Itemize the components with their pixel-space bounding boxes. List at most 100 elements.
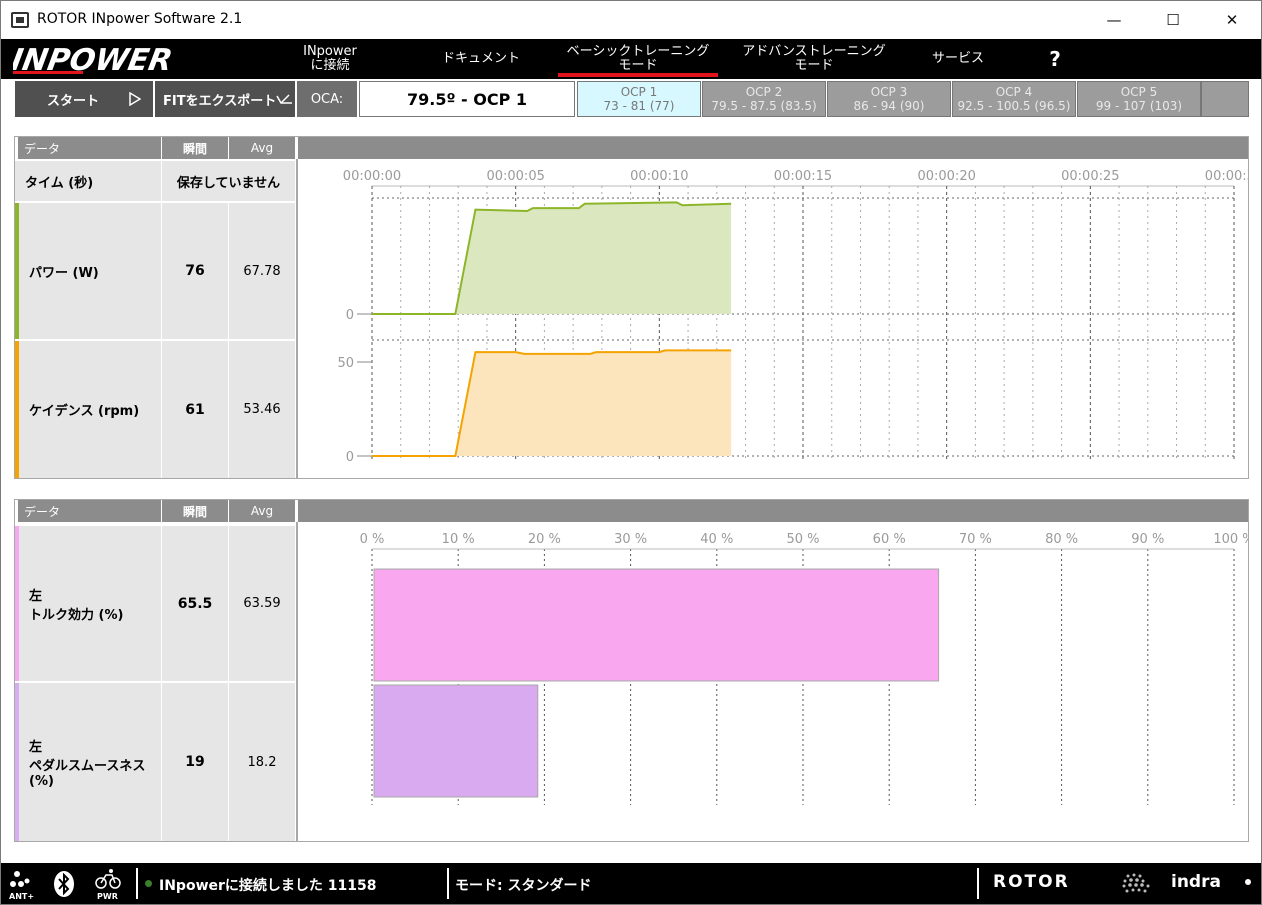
realtime-panel: データ 瞬間 Avg タイム (秒) 保存していません パワー (W) 76 6… xyxy=(14,136,1249,479)
connection-led-icon xyxy=(145,880,152,887)
ant-plus-icon: ANT+ xyxy=(9,871,34,901)
export-check-icon xyxy=(276,94,293,104)
ocp-5-range: 99 - 107 (103) xyxy=(1095,99,1183,113)
status-separator-3 xyxy=(977,868,979,899)
indra-brand-logo: indra xyxy=(1171,872,1221,892)
connection-status: INpowerに接続しました 11158 xyxy=(159,878,377,894)
minimize-button[interactable]: — xyxy=(1085,1,1143,39)
x-tick-label: 90 % xyxy=(1131,532,1164,547)
window-title: ROTOR INpower Software 2.1 xyxy=(37,11,243,27)
series-area-power xyxy=(372,202,732,314)
time-series-chart: 00:00:00 00:00:05 00:00:10 00:00:15 00:00:20… xyxy=(337,169,1248,465)
pedal-smoothness-label: 左 ペダルスムースネス (%) xyxy=(15,683,161,841)
panel1-data-header: データ xyxy=(15,137,161,159)
pedal-panel: データ 瞬間 Avg 左 トルク効力 (%) 65.5 63.59 左 ペダルス… xyxy=(14,499,1249,842)
rotor-brand-logo: ROTOR xyxy=(993,872,1070,892)
x-tick-label: 60 % xyxy=(873,532,906,547)
x-tick-label: 30 % xyxy=(614,532,647,547)
panel2-data-header: データ xyxy=(15,500,161,522)
export-label: FITをエクスポート xyxy=(163,93,277,109)
panel1-divider xyxy=(296,159,298,479)
indra-dot-icon xyxy=(1245,879,1251,885)
x-tick-label: 00:00:05 xyxy=(486,169,544,184)
x-tick-label: 00:00:30 xyxy=(1205,169,1248,184)
nav-advanced-training[interactable]: アドバンストレーニング モード xyxy=(729,39,899,79)
title-bar: ROTOR INpower Software 2.1 — ☐ ✕ xyxy=(1,1,1261,39)
nav-advanced-line1: アドバンストレーニング xyxy=(742,44,886,59)
cadence-instant: 61 xyxy=(162,341,228,478)
nav-documents-label: ドキュメント xyxy=(441,51,520,66)
ocp-4-range: 92.5 - 100.5 (96.5) xyxy=(957,99,1071,113)
oca-label: OCA: xyxy=(297,81,357,117)
nav-connect-line2: に接続 xyxy=(310,58,350,73)
indra-dots-icon xyxy=(1122,873,1150,893)
status-separator-2 xyxy=(447,868,449,899)
y-tick-label: 0 xyxy=(346,308,354,323)
power-label: パワー (W) xyxy=(15,203,161,339)
nav-basic-line2: モード xyxy=(618,58,658,73)
nav-service-label: サービス xyxy=(931,51,984,66)
y-tick-label: 50 xyxy=(337,356,354,371)
panel1-data-header-label: データ xyxy=(24,141,61,156)
ocp-1-range: 73 - 81 (77) xyxy=(603,99,675,113)
nav-connect-line1: INpower xyxy=(303,44,357,59)
ocp-2-range: 79.5 - 87.5 (83.5) xyxy=(711,99,817,113)
panel2-data-header-label: データ xyxy=(24,504,61,519)
panel1-instant-header: 瞬間 xyxy=(162,137,228,159)
x-tick-label: 100 % xyxy=(1213,532,1248,547)
start-button[interactable]: スタート xyxy=(15,81,153,117)
time-label: タイム (秒) xyxy=(15,161,161,201)
ocp-spacer xyxy=(1201,81,1249,117)
series-area-cadence xyxy=(372,350,732,456)
ocp-1-name: OCP 1 xyxy=(620,85,658,99)
panel2-chart-header xyxy=(298,500,1248,522)
nav-connect[interactable]: INpower に接続 xyxy=(291,39,369,79)
help-icon: ? xyxy=(1049,47,1061,71)
mode-status: モード: スタンダード xyxy=(455,878,592,894)
panel2-avg-header: Avg xyxy=(229,500,295,522)
pedal-smoothness-bar xyxy=(373,684,539,798)
torque-label-line1: 左 xyxy=(29,588,43,604)
panel1-avg-header: Avg xyxy=(229,137,295,159)
inpower-logo: INPOWER xyxy=(13,43,175,77)
time-value: 保存していません xyxy=(162,161,295,201)
nav-documents[interactable]: ドキュメント xyxy=(421,39,541,79)
bluetooth-icon xyxy=(54,871,74,897)
smoothness-instant: 19 xyxy=(162,683,228,841)
torque-effectiveness-bar xyxy=(373,568,940,682)
x-tick-label: 00:00:10 xyxy=(630,169,688,184)
panel1-chart-header xyxy=(298,137,1248,159)
x-tick-label: 50 % xyxy=(786,532,819,547)
nav-service[interactable]: サービス xyxy=(913,39,1003,79)
cadence-label: ケイデンス (rpm) xyxy=(15,341,161,478)
ocp-3-name: OCP 3 xyxy=(870,85,908,99)
x-tick-label: 00:00:15 xyxy=(774,169,832,184)
close-button[interactable]: ✕ xyxy=(1203,1,1261,39)
x-tick-label: 10 % xyxy=(442,532,475,547)
torque-avg: 63.59 xyxy=(229,526,295,681)
ocp-5-tab[interactable]: OCP 5 99 - 107 (103) xyxy=(1077,81,1201,117)
y-tick-label: 0 xyxy=(346,450,354,465)
x-tick-label: 00:00:00 xyxy=(343,169,401,184)
ocp-2-tab[interactable]: OCP 2 79.5 - 87.5 (83.5) xyxy=(702,81,826,117)
ocp-3-range: 86 - 94 (90) xyxy=(853,99,925,113)
ocp-4-tab[interactable]: OCP 4 92.5 - 100.5 (96.5) xyxy=(952,81,1076,117)
nav-active-indicator xyxy=(558,73,718,77)
smoothness-avg: 18.2 xyxy=(229,683,295,841)
status-separator-1 xyxy=(136,868,138,899)
ocp-3-tab[interactable]: OCP 3 86 - 94 (90) xyxy=(827,81,951,117)
maximize-button[interactable]: ☐ xyxy=(1144,1,1202,39)
x-tick-label: 0 % xyxy=(360,532,385,547)
power-avg: 67.78 xyxy=(229,203,295,339)
x-tick-label: 00:00:20 xyxy=(917,169,975,184)
x-tick-label: 00:00:25 xyxy=(1061,169,1119,184)
export-fit-button[interactable]: FITをエクスポート xyxy=(155,81,295,117)
ocp-1-tab[interactable]: OCP 1 73 - 81 (77) xyxy=(577,81,701,117)
ant-label: ANT+ xyxy=(9,892,34,901)
torque-instant: 65.5 xyxy=(162,526,228,681)
nav-advanced-line2: モード xyxy=(794,58,834,73)
oca-value: 79.5º - OCP 1 xyxy=(359,81,575,117)
help-button[interactable]: ? xyxy=(1035,39,1075,79)
x-tick-label: 20 % xyxy=(528,532,561,547)
smoothness-label-line2: ペダルスムースネス (%) xyxy=(29,758,146,789)
